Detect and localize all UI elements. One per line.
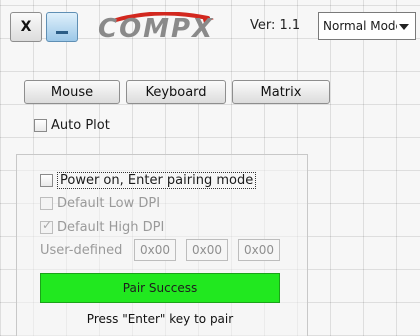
pair-hint: Press "Enter" key to pair <box>86 312 234 326</box>
user-defined-byte-1[interactable]: 0x00 <box>134 239 176 261</box>
auto-plot-label: Auto Plot <box>51 118 110 133</box>
matrix-button[interactable]: Matrix <box>232 80 330 104</box>
checkmark-icon: ✓ <box>42 218 53 232</box>
close-button[interactable]: X <box>10 12 42 42</box>
mouse-button[interactable]: Mouse <box>24 80 120 104</box>
compx-logo: COMPX <box>98 12 246 46</box>
default-low-dpi-row: Default Low DPI <box>40 196 160 211</box>
minimize-icon <box>56 30 68 34</box>
keyboard-button[interactable]: Keyboard <box>126 80 226 104</box>
power-on-row[interactable]: Power on, Enter pairing mode <box>40 172 257 189</box>
auto-plot-row[interactable]: Auto Plot <box>34 118 110 133</box>
version-label: Ver: 1.1 <box>250 18 301 33</box>
power-on-label: Power on, Enter pairing mode <box>57 172 257 189</box>
minimize-button[interactable] <box>46 12 78 42</box>
auto-plot-checkbox[interactable] <box>34 119 47 132</box>
default-high-dpi-row: ✓ Default High DPI <box>40 218 165 235</box>
mode-select[interactable]: Normal Mode <box>318 12 416 40</box>
mode-select-value: Normal Mode <box>323 19 397 33</box>
pair-status-button[interactable]: Pair Success <box>40 273 280 303</box>
user-defined-byte-2[interactable]: 0x00 <box>186 239 228 261</box>
default-high-dpi-checkbox: ✓ <box>40 218 53 234</box>
user-defined-byte-3[interactable]: 0x00 <box>238 239 280 261</box>
power-on-checkbox[interactable] <box>40 174 53 187</box>
logo-text: COMPX <box>98 14 215 44</box>
chevron-down-icon[interactable] <box>399 24 409 30</box>
default-high-dpi-label: Default High DPI <box>57 220 165 235</box>
user-defined-label: User-defined <box>40 243 123 258</box>
default-low-dpi-label: Default Low DPI <box>57 196 161 211</box>
default-low-dpi-checkbox <box>40 197 53 210</box>
